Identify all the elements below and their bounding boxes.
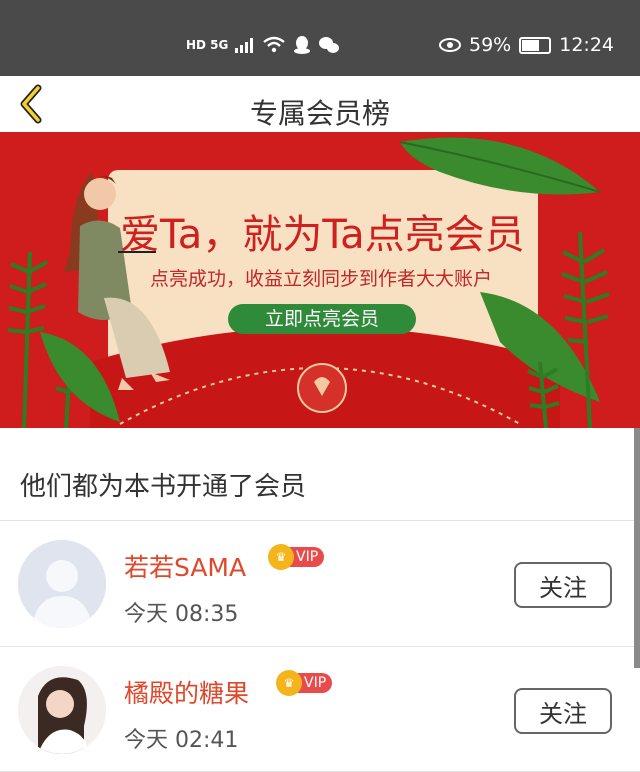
battery-percent: 59% <box>469 34 512 56</box>
default-avatar-icon <box>18 540 106 628</box>
member-name[interactable]: 若若SAMA <box>124 548 246 584</box>
crown-icon: ♛ <box>268 544 294 570</box>
banner-headline: 爱Ta，就为Ta点亮会员 <box>120 212 525 258</box>
avatar[interactable] <box>18 666 106 754</box>
signal-icon <box>235 38 254 53</box>
follow-button[interactable]: 关注 <box>514 562 612 608</box>
qq-icon <box>294 36 311 54</box>
page-title: 专属会员榜 <box>249 97 390 130</box>
crown-icon: ♛ <box>276 670 302 696</box>
scrollbar[interactable] <box>634 428 640 668</box>
status-bar: HD 5G 59% 12:24 <box>0 0 640 76</box>
banner-cta-button[interactable]: 立即点亮会员 <box>228 304 416 334</box>
list-item[interactable]: 橘殿的糖果 ♛ VIP 今天 02:41 关注 <box>0 646 640 772</box>
wifi-icon <box>263 36 286 53</box>
member-time: 今天 08:35 <box>124 602 239 627</box>
status-right: 59% 12:24 <box>439 34 614 56</box>
status-left-icons: HD 5G <box>186 38 229 52</box>
vip-badge: ♛ VIP <box>268 544 325 570</box>
avatar[interactable] <box>18 540 106 628</box>
section-title: 他们都为本书开通了会员 <box>20 472 307 502</box>
member-time: 今天 02:41 <box>124 728 239 753</box>
battery-icon <box>519 36 552 54</box>
vip-badge: ♛ VIP <box>276 670 333 696</box>
nav-bar: 专属会员榜 <box>0 76 640 132</box>
member-name[interactable]: 橘殿的糖果 <box>124 674 249 710</box>
clock: 12:24 <box>559 34 614 56</box>
wechat-icon <box>319 37 340 53</box>
eye-icon <box>439 38 461 52</box>
list-item[interactable]: 若若SAMA ♛ VIP 今天 08:35 关注 <box>0 520 640 646</box>
photo-avatar-icon <box>18 666 106 754</box>
banner-subtitle: 点亮成功，收益立刻同步到作者大大账户 <box>150 268 493 290</box>
follow-button[interactable]: 关注 <box>514 688 612 734</box>
status-icons: HD 5G <box>186 35 340 55</box>
promo-banner[interactable]: 爱Ta，就为Ta点亮会员 点亮成功，收益立刻同步到作者大大账户 立即点亮会员 <box>0 132 640 428</box>
